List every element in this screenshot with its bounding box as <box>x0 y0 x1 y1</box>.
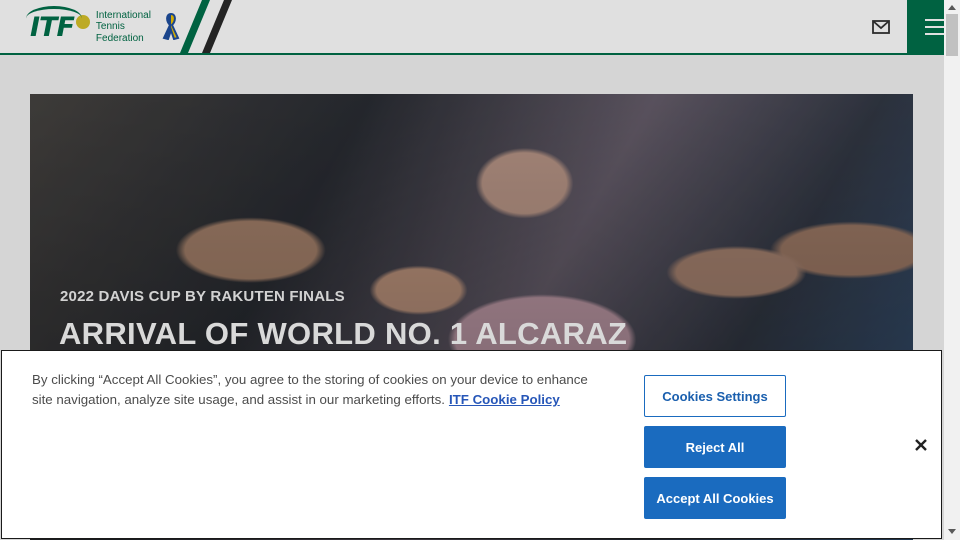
menu-bar <box>925 26 944 28</box>
site-header: ITF International Tennis Federation <box>0 0 944 55</box>
header-stripes-decoration <box>180 0 232 53</box>
hero-title[interactable]: Arrival of World No. 1 Alcaraz <box>59 316 627 352</box>
logo-arc <box>26 5 82 31</box>
hero-subtitle: 2022 Davis Cup by Rakuten Finals <box>60 288 345 305</box>
cookie-policy-link[interactable]: ITF Cookie Policy <box>449 392 560 407</box>
cookie-consent-text: By clicking “Accept All Cookies”, you ag… <box>32 370 602 410</box>
scroll-up-arrow-icon[interactable] <box>948 5 956 10</box>
reject-all-button[interactable]: Reject All <box>644 426 786 468</box>
logo-wordmark: International Tennis Federation <box>96 10 151 45</box>
ukraine-ribbon-icon <box>162 12 180 40</box>
mail-icon[interactable] <box>870 18 892 36</box>
scroll-down-arrow-icon[interactable] <box>948 529 956 534</box>
itf-logo[interactable]: ITF International Tennis Federation <box>26 5 151 45</box>
logo-abbr: ITF <box>26 5 82 43</box>
close-icon[interactable] <box>911 435 931 455</box>
hamburger-menu-icon[interactable] <box>907 0 944 53</box>
cookies-settings-button[interactable]: Cookies Settings <box>644 375 786 417</box>
logo-line-1: International <box>95 9 151 21</box>
logo-line-3: Federation <box>95 32 144 44</box>
scrollbar-thumb[interactable] <box>946 14 958 56</box>
menu-bar <box>925 19 944 21</box>
logo-line-2: Tennis <box>95 21 125 33</box>
accept-all-cookies-button[interactable]: Accept All Cookies <box>644 477 786 519</box>
menu-bar <box>925 33 944 35</box>
page-scrollbar[interactable] <box>944 0 960 540</box>
cookie-consent-banner: By clicking “Accept All Cookies”, you ag… <box>1 350 942 539</box>
